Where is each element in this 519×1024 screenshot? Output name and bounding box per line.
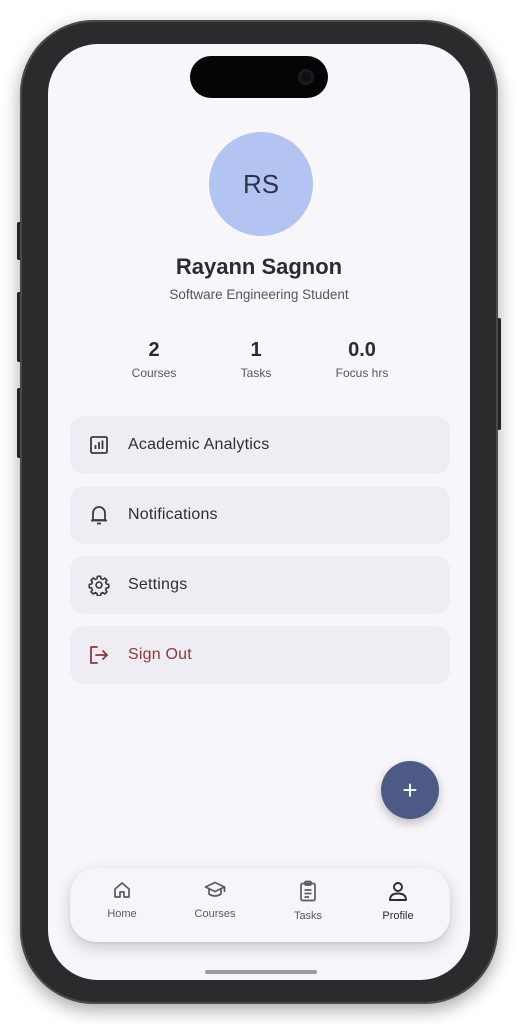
menu-item-label: Settings [128, 576, 188, 593]
nav-label: Profile [382, 910, 414, 922]
home-icon [112, 880, 132, 905]
dynamic-island [190, 56, 328, 98]
stat-value: 0.0 [348, 339, 376, 361]
app-screen: RS Rayann Sagnon Software Engineering St… [48, 44, 470, 980]
camera-icon [298, 69, 314, 85]
nav-label: Tasks [293, 910, 323, 922]
menu-item-label: Sign Out [128, 646, 192, 663]
analytics-icon [88, 434, 110, 456]
nav-item-profile[interactable]: Profile [358, 880, 438, 922]
clipboard-icon [298, 880, 318, 907]
nav-item-tasks[interactable]: Tasks [268, 880, 348, 922]
plus-icon: + [402, 775, 418, 805]
logout-icon [88, 644, 110, 666]
profile-name: Rayann Sagnon [175, 254, 343, 279]
bottom-navigation: Home Courses Tasks Profile [70, 868, 450, 942]
avatar[interactable]: RS [209, 132, 313, 236]
stat-tasks: 1 Tasks [211, 339, 301, 380]
add-button[interactable]: + [381, 761, 439, 819]
avatar-initials: RS [242, 168, 280, 199]
profile-subtitle: Software Engineering Student [169, 287, 349, 302]
stat-courses: 2 Courses [109, 339, 199, 380]
menu-item-settings[interactable]: Settings [70, 556, 450, 614]
menu-item-academic-analytics[interactable]: Academic Analytics [70, 416, 450, 474]
stat-label: Focus hrs [335, 366, 389, 380]
gear-icon [88, 574, 110, 596]
nav-label: Courses [194, 908, 236, 920]
menu-item-sign-out[interactable]: Sign Out [70, 626, 450, 684]
home-indicator [205, 970, 317, 974]
stat-label: Courses [131, 366, 177, 380]
nav-item-home[interactable]: Home [82, 880, 162, 920]
menu-item-label: Academic Analytics [128, 436, 270, 453]
stat-focus-hours: 0.0 Focus hrs [317, 339, 407, 380]
stat-label: Tasks [240, 366, 272, 380]
bell-icon [88, 504, 110, 526]
stat-value: 1 [250, 339, 262, 361]
person-icon [387, 880, 409, 907]
menu-item-notifications[interactable]: Notifications [70, 486, 450, 544]
stat-value: 2 [148, 339, 160, 361]
nav-label: Home [107, 908, 137, 920]
menu-item-label: Notifications [128, 506, 218, 523]
nav-item-courses[interactable]: Courses [175, 880, 255, 920]
graduation-cap-icon [204, 880, 226, 905]
